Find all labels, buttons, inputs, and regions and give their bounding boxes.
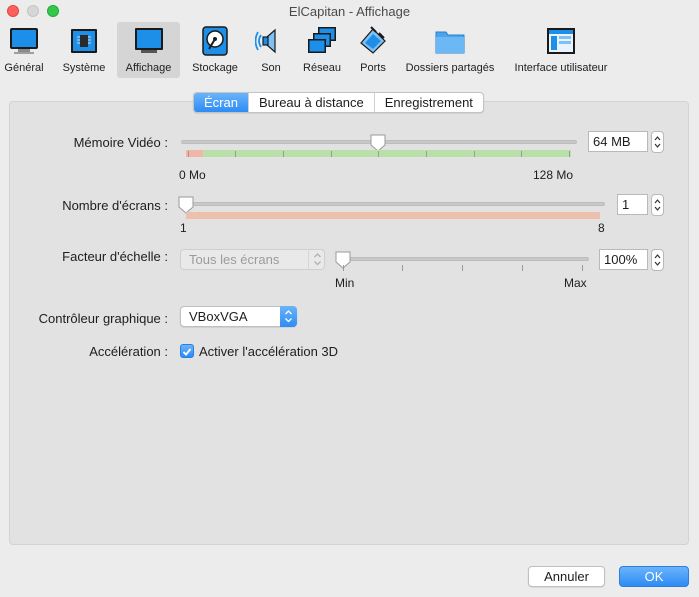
general-icon	[10, 28, 38, 54]
scale-screens-combo-value: Tous les écrans	[189, 252, 280, 267]
toolbar-item-ports[interactable]: Ports	[354, 22, 392, 78]
window-title: ElCapitan - Affichage	[288, 4, 411, 19]
chevron-updown-icon	[285, 310, 292, 323]
scale-max-label: Max	[564, 276, 587, 290]
shared-folder-icon	[435, 31, 465, 54]
chevron-updown-icon	[314, 253, 321, 266]
storage-disk-icon	[202, 26, 228, 56]
screens-slider-track[interactable]	[181, 202, 605, 206]
stepper-arrows-icon	[654, 254, 661, 266]
scale-ticks	[343, 265, 583, 271]
checkmark-icon	[182, 348, 192, 356]
combo-arrow	[280, 306, 297, 327]
combo-arrow	[308, 249, 325, 270]
enable-3d-acceleration-label[interactable]: Activer l'accélération 3D	[199, 344, 338, 359]
toolbar-item-shared-folders[interactable]: Dossiers partagés	[404, 22, 496, 78]
scale-stepper[interactable]	[651, 249, 664, 271]
screens-min-label: 1	[180, 221, 187, 235]
screens-bar	[186, 212, 600, 219]
graphics-controller-value: VBoxVGA	[189, 309, 248, 324]
enable-3d-acceleration-checkbox[interactable]	[180, 344, 194, 358]
ports-plug-icon	[360, 26, 386, 54]
user-interface-icon	[547, 28, 575, 54]
tab-recording[interactable]: Enregistrement	[375, 93, 483, 112]
system-chip-icon	[71, 29, 97, 53]
screens-stepper[interactable]	[651, 194, 664, 216]
toolbar-item-sound[interactable]: Son	[252, 22, 290, 78]
video-memory-input[interactable]: 64 MB	[588, 131, 648, 152]
screens-label: Nombre d'écrans :	[62, 198, 168, 213]
toolbar-item-network[interactable]: Réseau	[300, 22, 344, 78]
acceleration-label: Accélération :	[89, 344, 168, 359]
toolbar-item-storage[interactable]: Stockage	[188, 22, 242, 78]
display-tabs: Écran Bureau à distance Enregistrement	[193, 92, 484, 113]
toolbar-item-display[interactable]: Affichage	[117, 22, 180, 78]
video-memory-ticks	[188, 151, 570, 157]
video-memory-min-label: 0 Mo	[179, 168, 206, 182]
display-monitor-icon	[134, 28, 163, 53]
cancel-button[interactable]: Annuler	[528, 566, 605, 587]
graphics-controller-label: Contrôleur graphique :	[38, 311, 168, 326]
stepper-arrows-icon	[654, 199, 661, 211]
network-icon	[308, 27, 336, 53]
stepper-arrows-icon	[654, 136, 661, 148]
screens-input[interactable]: 1	[617, 194, 648, 215]
graphics-controller-select[interactable]: VBoxVGA	[180, 306, 297, 327]
title-bar: ElCapitan - Affichage	[0, 0, 699, 22]
settings-toolbar: Général Système Affichage Stockage Son R…	[0, 22, 699, 80]
speaker-icon	[255, 28, 276, 54]
ok-button[interactable]: OK	[619, 566, 689, 587]
screens-max-label: 8	[598, 221, 605, 235]
video-memory-label: Mémoire Vidéo :	[73, 135, 168, 150]
tab-screen[interactable]: Écran	[194, 93, 249, 112]
scale-min-label: Min	[335, 276, 355, 290]
tab-remote-display[interactable]: Bureau à distance	[249, 93, 375, 112]
video-memory-max-label: 128 Mo	[533, 168, 574, 182]
scale-input[interactable]: 100%	[599, 249, 648, 270]
toolbar-item-system[interactable]: Système	[59, 22, 109, 78]
toolbar-item-general[interactable]: Général	[2, 22, 46, 78]
video-memory-stepper[interactable]	[651, 131, 664, 153]
scale-screens-combo: Tous les écrans	[180, 249, 325, 270]
scale-factor-label: Facteur d'échelle :	[62, 249, 168, 264]
scale-slider-track[interactable]	[336, 257, 589, 261]
toolbar-item-user-interface[interactable]: Interface utilisateur	[511, 22, 611, 78]
